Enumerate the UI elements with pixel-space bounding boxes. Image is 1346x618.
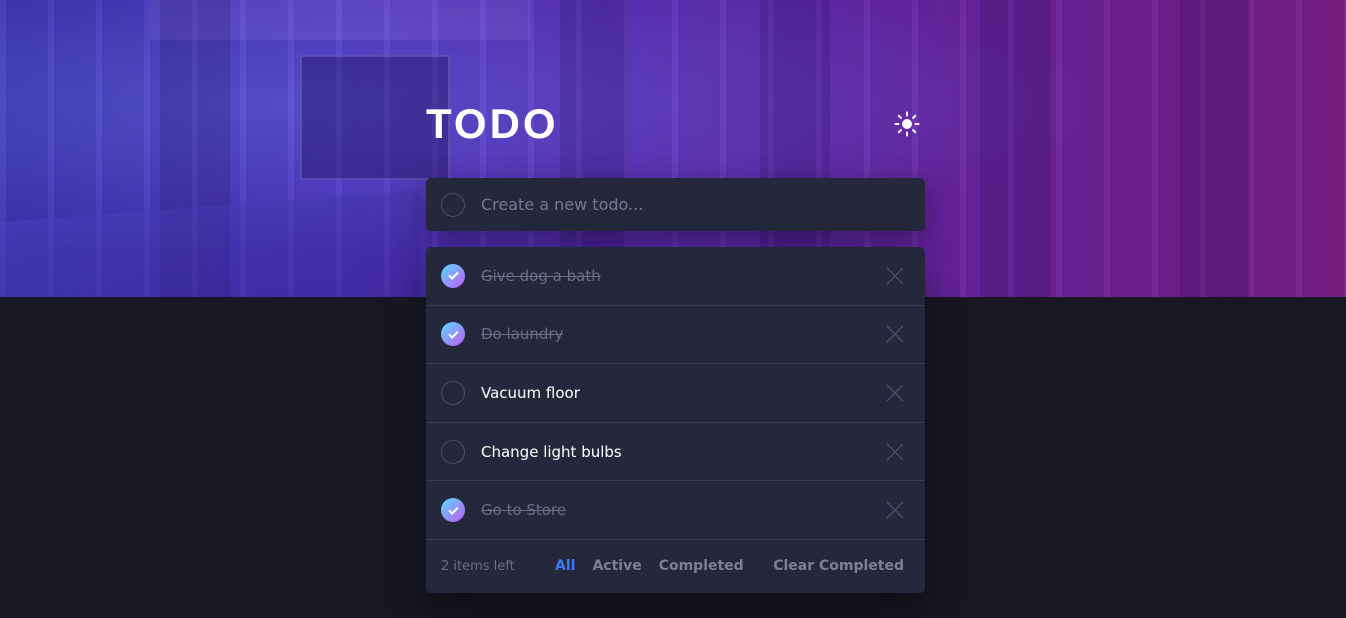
- close-icon: [886, 325, 904, 343]
- todo-checkbox[interactable]: [441, 498, 465, 523]
- todo-item: Give dog a bath: [426, 247, 925, 306]
- todo-checkbox[interactable]: [441, 263, 465, 288]
- todo-label: Change light bulbs: [481, 442, 622, 461]
- todo-list: Give dog a bath Do laundry Vacuum floor …: [426, 247, 925, 593]
- todo-checkbox[interactable]: [441, 439, 465, 464]
- check-icon: [447, 272, 459, 281]
- bg-walkway: [0, 190, 420, 297]
- new-todo-bar: [426, 178, 925, 231]
- items-left-count: 2 items left: [441, 558, 515, 574]
- todo-footer: 2 items left All Active Completed Clear …: [426, 540, 925, 593]
- todo-label: Give dog a bath: [481, 266, 601, 285]
- delete-todo-button[interactable]: [885, 442, 905, 462]
- delete-todo-button[interactable]: [885, 383, 905, 403]
- page-title: TODO: [426, 100, 559, 147]
- close-icon: [886, 384, 904, 402]
- filter-active-button[interactable]: Active: [592, 558, 641, 574]
- todo-label: Vacuum floor: [481, 383, 580, 402]
- check-icon: [447, 506, 459, 515]
- bg-pillar: [1180, 0, 1250, 297]
- new-todo-input[interactable]: [481, 195, 901, 214]
- todo-app: TODO Give dog a bat: [426, 100, 925, 593]
- theme-toggle-button[interactable]: [893, 110, 921, 138]
- todo-item: Do laundry: [426, 306, 925, 365]
- close-icon: [886, 443, 904, 461]
- todo-item: Vacuum floor: [426, 364, 925, 423]
- todo-item: Change light bulbs: [426, 423, 925, 482]
- delete-todo-button[interactable]: [885, 266, 905, 286]
- todo-label: Do laundry: [481, 325, 564, 344]
- delete-todo-button[interactable]: [885, 324, 905, 344]
- app-header: TODO: [426, 100, 925, 148]
- close-icon: [886, 267, 904, 285]
- filter-completed-button[interactable]: Completed: [659, 558, 744, 574]
- todo-checkbox[interactable]: [441, 380, 465, 405]
- bg-pillar: [980, 0, 1050, 297]
- close-icon: [886, 501, 904, 519]
- todo-checkbox[interactable]: [441, 322, 465, 347]
- filter-group: All Active Completed: [555, 558, 773, 574]
- check-icon: [447, 330, 459, 339]
- new-todo-checkbox[interactable]: [441, 192, 465, 217]
- todo-item: Go to Store: [426, 481, 925, 540]
- clear-completed-button[interactable]: Clear Completed: [773, 558, 904, 574]
- todo-label: Go to Store: [481, 501, 567, 520]
- delete-todo-button[interactable]: [885, 500, 905, 520]
- filter-all-button[interactable]: All: [555, 558, 575, 574]
- sun-icon: [894, 111, 920, 137]
